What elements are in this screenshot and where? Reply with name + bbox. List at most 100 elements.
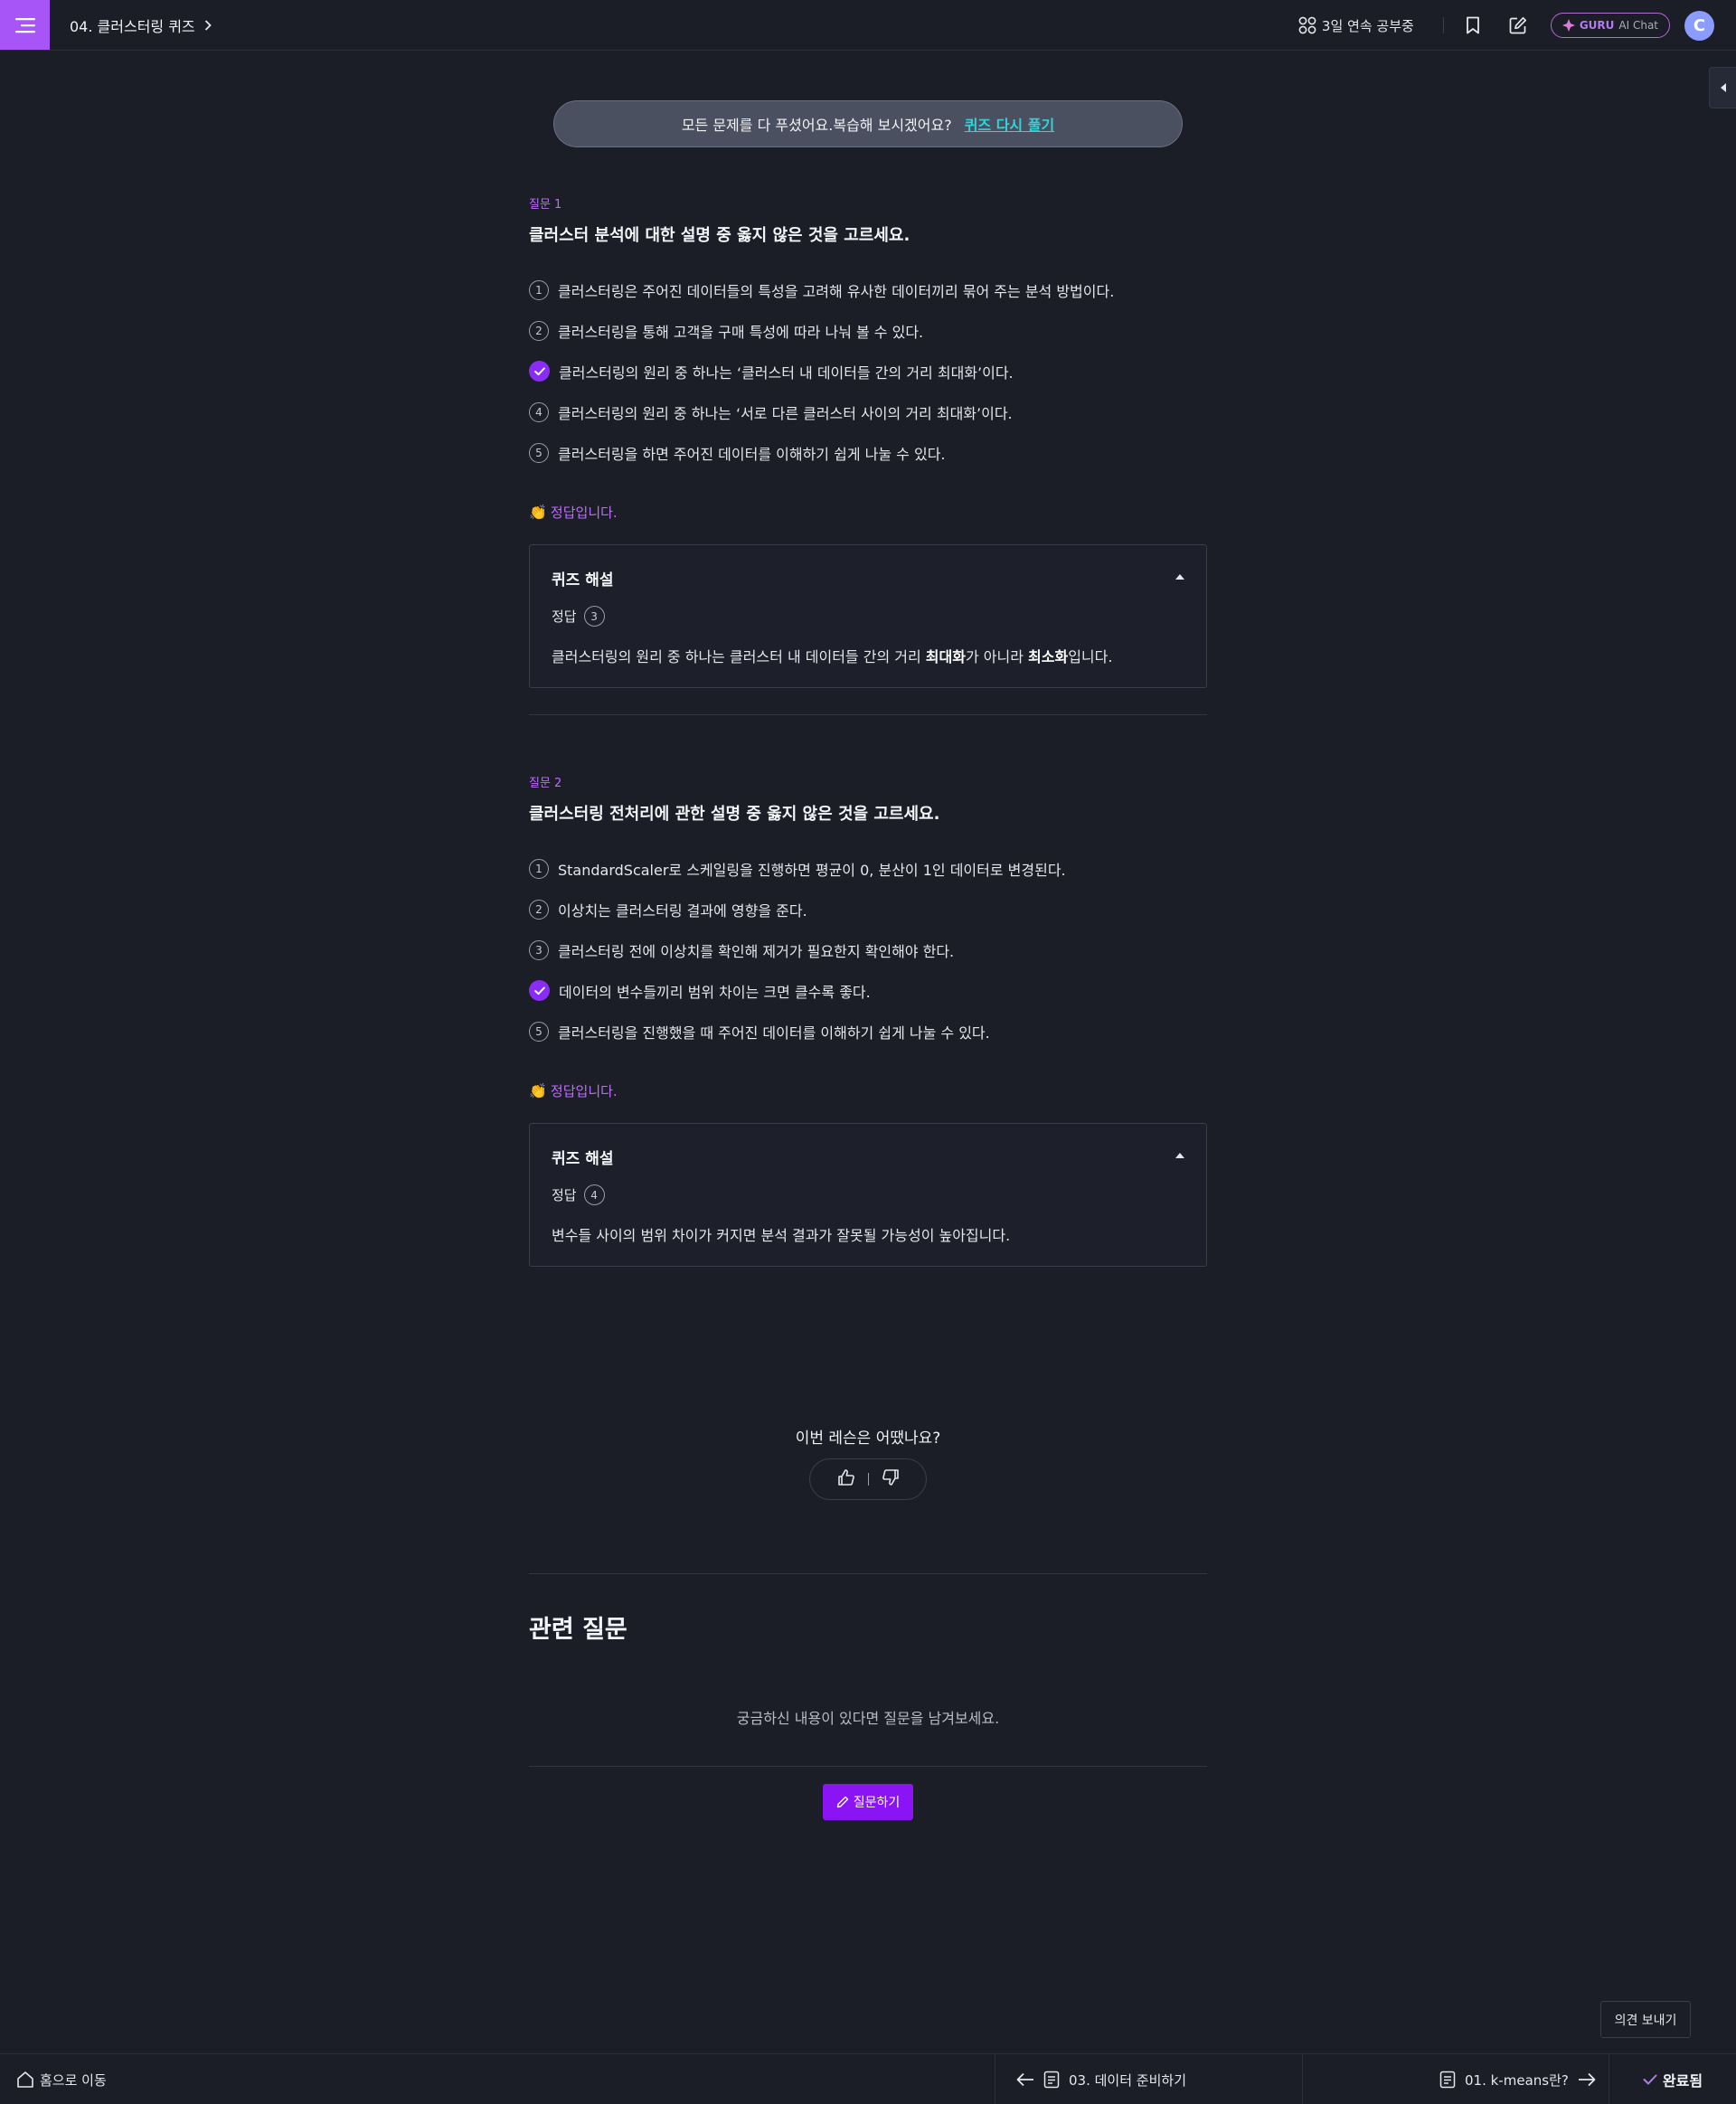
- review-banner: 모든 문제를 다 푸셨어요.복습해 보시겠어요? 퀴즈 다시 풀기: [553, 100, 1183, 147]
- result-text: 정답입니다.: [550, 505, 618, 521]
- option-number: 4: [529, 401, 549, 422]
- bookmark-button[interactable]: [1460, 13, 1486, 38]
- quiz-explanation: 퀴즈 해설 정답 4 변수들 사이의 범위 차이가 커지면 분석 결과가 잘못될…: [529, 1123, 1207, 1267]
- breadcrumb[interactable]: 04. 클러스터링 퀴즈: [70, 14, 212, 36]
- option-text: 클러스터링의 원리 중 하나는 ‘서로 다른 클러스터 사이의 거리 최대화’이…: [558, 404, 1013, 422]
- section-divider: [529, 714, 1207, 715]
- document-icon: [1043, 2071, 1060, 2089]
- arrow-left-icon: [1016, 2072, 1033, 2087]
- divider: [1302, 2054, 1303, 2104]
- option-number: 5: [529, 1021, 549, 1042]
- question-2: 질문 2 클러스터링 전처리에 관한 설명 중 옳지 않은 것을 고르세요. 1…: [529, 773, 1207, 1267]
- home-button[interactable]: 홈으로 이동: [16, 2054, 107, 2104]
- explanation-text: 클러스터링의 원리 중 하나는 클러스터 내 데이터들 간의 거리 최대화가 아…: [552, 645, 1184, 666]
- pencil-icon: [836, 1796, 848, 1808]
- result-message: 👏 정답입니다.: [529, 1081, 1207, 1100]
- guru-label: AI Chat: [1618, 19, 1658, 32]
- caret-left-icon: [1720, 83, 1726, 92]
- collapse-caret-icon[interactable]: [1175, 574, 1184, 580]
- option-text: 클러스터링을 진행했을 때 주어진 데이터를 이해하기 쉽게 나눌 수 있다.: [558, 1024, 990, 1042]
- next-lesson-button[interactable]: 01. k-means란?: [1439, 2054, 1596, 2104]
- question-1: 질문 1 클러스터 분석에 대한 설명 중 옳지 않은 것을 고르세요. 1 클…: [529, 194, 1207, 688]
- guru-brand: GURU: [1579, 19, 1615, 32]
- menu-button[interactable]: [0, 0, 50, 50]
- chevron-right-icon: [204, 19, 212, 31]
- explanation-part: 클러스터링의 원리 중 하나는 클러스터 내 데이터들 간의 거리: [552, 648, 926, 665]
- option-text: 이상치는 클러스터링 결과에 영향을 준다.: [558, 901, 807, 920]
- clap-icon: 👏: [529, 1082, 547, 1099]
- menu-icon: [14, 17, 35, 33]
- completed-button[interactable]: 완료됨: [1609, 2054, 1736, 2104]
- option-number: 3: [529, 939, 549, 960]
- option-5[interactable]: 5 클러스터링을 하면 주어진 데이터를 이해하기 쉽게 나눌 수 있다.: [529, 432, 1207, 473]
- guru-ai-chat-button[interactable]: GURU AI Chat: [1550, 13, 1670, 38]
- explanation-title: 퀴즈 해설: [552, 1150, 614, 1168]
- section-divider: [529, 1766, 1207, 1767]
- option-list: 1 클러스터링은 주어진 데이터들의 특성을 고려해 유사한 데이터끼리 묶어 …: [529, 269, 1207, 473]
- edit-note-icon: [1509, 16, 1526, 34]
- option-3[interactable]: 3 클러스터링 전에 이상치를 확인해 제거가 필요한지 확인해야 한다.: [529, 929, 1207, 970]
- answer-label: 정답: [552, 1187, 577, 1203]
- check-circle-icon: [529, 361, 550, 382]
- option-1[interactable]: 1 클러스터링은 주어진 데이터들의 특성을 고려해 유사한 데이터끼리 묶어 …: [529, 269, 1207, 310]
- explanation-part: 가 아니라: [965, 648, 1029, 665]
- answer-number: 4: [583, 1184, 605, 1205]
- option-5[interactable]: 5 클러스터링을 진행했을 때 주어진 데이터를 이해하기 쉽게 나눌 수 있다…: [529, 1011, 1207, 1052]
- option-number: 2: [529, 899, 549, 920]
- question-title: 클러스터 분석에 대한 설명 중 옳지 않은 것을 고르세요.: [529, 226, 910, 245]
- bottom-nav: 홈으로 이동 03. 데이터 준비하기 01. k-means란? 완료됨: [0, 2053, 1736, 2104]
- option-text: 클러스터링은 주어진 데이터들의 특성을 고려해 유사한 데이터끼리 묶어 주는…: [558, 282, 1115, 300]
- thumbs-up-icon: [837, 1469, 854, 1486]
- option-text: 데이터의 변수들끼리 범위 차이는 크면 클수록 좋다.: [559, 983, 871, 1001]
- collapse-caret-icon[interactable]: [1175, 1153, 1184, 1158]
- retry-quiz-link[interactable]: 퀴즈 다시 풀기: [965, 113, 1054, 135]
- option-3-selected[interactable]: 클러스터링의 원리 중 하나는 ‘클러스터 내 데이터들 간의 거리 최대화’이…: [529, 351, 1207, 392]
- quiz-explanation: 퀴즈 해설 정답 3 클러스터링의 원리 중 하나는 클러스터 내 데이터들 간…: [529, 544, 1207, 688]
- completed-label: 완료됨: [1662, 2072, 1703, 2090]
- prev-lesson-button[interactable]: 03. 데이터 준비하기: [1016, 2054, 1186, 2104]
- top-bar: 04. 클러스터링 퀴즈 3일 연속 공부중 GURU AI Chat C: [0, 0, 1736, 51]
- home-label: 홈으로 이동: [40, 2071, 107, 2089]
- ask-question-button[interactable]: 질문하기: [823, 1784, 913, 1820]
- option-2[interactable]: 2 이상치는 클러스터링 결과에 영향을 준다.: [529, 889, 1207, 929]
- option-4[interactable]: 4 클러스터링의 원리 중 하나는 ‘서로 다른 클러스터 사이의 거리 최대화…: [529, 392, 1207, 432]
- arrow-right-icon: [1578, 2072, 1596, 2087]
- lesson-feedback-question: 이번 레슨은 어땠나요?: [795, 1429, 941, 1448]
- checkmark-icon: [1643, 2074, 1657, 2085]
- section-divider: [529, 1573, 1207, 1574]
- option-1[interactable]: 1 StandardScaler로 스케일링을 진행하면 평균이 0, 분산이 …: [529, 848, 1207, 889]
- thumbs-down-icon: [882, 1469, 899, 1486]
- lesson-rating: [809, 1458, 927, 1500]
- option-list: 1 StandardScaler로 스케일링을 진행하면 평균이 0, 분산이 …: [529, 848, 1207, 1052]
- streak-text: 3일 연속 공부중: [1321, 17, 1414, 34]
- option-4-selected[interactable]: 데이터의 변수들끼리 범위 차이는 크면 클수록 좋다.: [529, 970, 1207, 1011]
- thumbs-up-button[interactable]: [837, 1468, 855, 1490]
- ask-question-label: 질문하기: [853, 1796, 901, 1810]
- document-icon: [1439, 2071, 1456, 2089]
- prev-lesson-label: 03. 데이터 준비하기: [1069, 2071, 1186, 2089]
- question-label: 질문 2: [529, 777, 562, 790]
- option-2[interactable]: 2 클러스터링을 통해 고객을 구매 특성에 따라 나눠 볼 수 있다.: [529, 310, 1207, 351]
- question-label: 질문 1: [529, 198, 562, 212]
- option-text: 클러스터링 전에 이상치를 확인해 제거가 필요한지 확인해야 한다.: [558, 942, 955, 960]
- home-icon: [17, 2071, 33, 2088]
- bookmark-icon: [1466, 16, 1479, 34]
- option-text: StandardScaler로 스케일링을 진행하면 평균이 0, 분산이 1인…: [558, 861, 1066, 879]
- divider: [1442, 17, 1444, 33]
- option-text: 클러스터링의 원리 중 하나는 ‘클러스터 내 데이터들 간의 거리 최대화’이…: [559, 363, 1014, 382]
- answer-number: 3: [583, 606, 605, 627]
- sparkle-icon: [1561, 19, 1575, 32]
- explanation-bold: 최소화: [1028, 648, 1069, 665]
- clap-icon: 👏: [529, 504, 547, 521]
- breadcrumb-title: 04. 클러스터링 퀴즈: [70, 17, 195, 35]
- result-message: 👏 정답입니다.: [529, 503, 1207, 522]
- next-lesson-label: 01. k-means란?: [1465, 2071, 1569, 2089]
- avatar-initial: C: [1693, 15, 1706, 35]
- avatar[interactable]: C: [1684, 10, 1714, 41]
- send-feedback-button[interactable]: 의견 보내기: [1600, 2001, 1691, 2038]
- study-streak[interactable]: 3일 연속 공부중: [1298, 16, 1414, 35]
- side-panel-toggle[interactable]: [1709, 67, 1736, 109]
- note-button[interactable]: [1505, 13, 1531, 38]
- related-empty-message: 궁금하신 내용이 있다면 질문을 남겨보세요.: [736, 1710, 1000, 1727]
- thumbs-down-button[interactable]: [882, 1468, 900, 1490]
